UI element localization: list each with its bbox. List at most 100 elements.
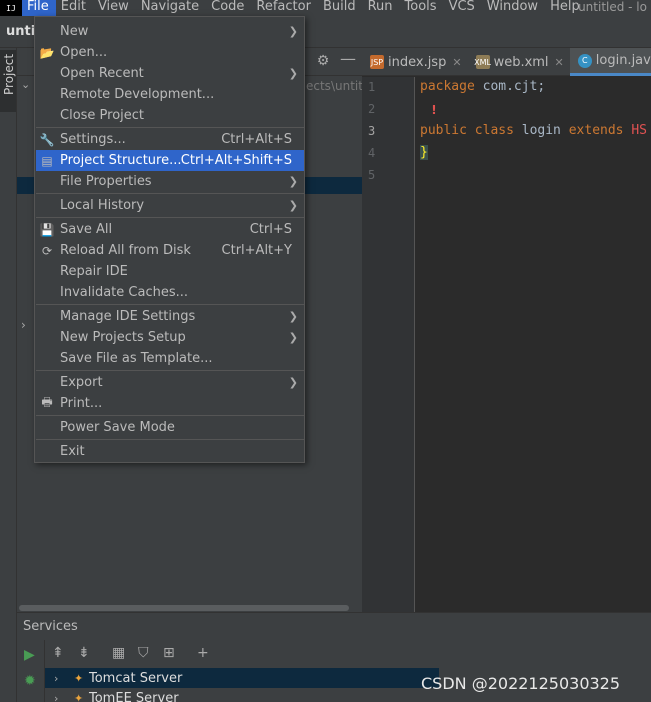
code-line-4: } xyxy=(420,145,428,160)
menu-item-label: Exit xyxy=(60,444,85,459)
chevron-right-icon: ❯ xyxy=(288,67,298,80)
menu-code[interactable]: Code xyxy=(206,0,251,16)
package-name: com.cjt; xyxy=(474,79,546,94)
line-number: 1 xyxy=(368,80,376,94)
line-number: 4 xyxy=(368,146,376,160)
chevron-right-icon[interactable]: › xyxy=(21,318,26,332)
gear-icon[interactable]: ⚙ xyxy=(315,53,331,69)
code-line-1: package com.cjt; xyxy=(420,79,545,94)
menu-item-exit[interactable]: Exit xyxy=(36,441,304,462)
line-number: 5 xyxy=(368,168,376,182)
menu-run[interactable]: Run xyxy=(363,0,400,16)
new-tab-icon[interactable]: ⊞ xyxy=(163,645,175,661)
menu-item-new[interactable]: New ❯ xyxy=(36,21,304,42)
menu-item-label: Print... xyxy=(60,396,103,411)
menu-vcs[interactable]: VCS xyxy=(444,0,482,16)
error-bulb-icon[interactable]: ! xyxy=(428,103,440,117)
menu-separator xyxy=(36,304,304,305)
menu-item-file-properties[interactable]: File Properties ❯ xyxy=(36,171,304,192)
menu-item-open-recent[interactable]: Open Recent ❯ xyxy=(36,63,304,84)
menu-edit[interactable]: Edit xyxy=(56,0,93,16)
menu-item-new-projects-setup[interactable]: New Projects Setup ❯ xyxy=(36,327,304,348)
code-line-3: public class login extends HS xyxy=(420,123,647,138)
menu-separator xyxy=(36,439,304,440)
tab-login-java[interactable]: C login.java xyxy=(569,48,651,76)
menu-item-print[interactable]: 🖶 Print... xyxy=(36,393,304,414)
save-icon: 💾 xyxy=(39,222,55,237)
menu-item-label: Open Recent xyxy=(60,66,144,81)
menu-build[interactable]: Build xyxy=(318,0,363,16)
menu-item-open[interactable]: 📂 Open... xyxy=(36,42,304,63)
menu-window[interactable]: Window xyxy=(482,0,545,16)
tab-index-jsp[interactable]: JSP index.jsp ✕ xyxy=(362,48,468,76)
menu-shortcut: Ctrl+Alt+Y xyxy=(221,243,292,258)
menu-item-export[interactable]: Export ❯ xyxy=(36,372,304,393)
menu-separator xyxy=(36,415,304,416)
menu-shortcut: Ctrl+Alt+Shift+S xyxy=(180,153,292,168)
tab-label: web.xml xyxy=(493,54,549,70)
menu-item-manage-ide-settings[interactable]: Manage IDE Settings ❯ xyxy=(36,306,304,327)
keyword: extends xyxy=(568,123,624,138)
chevron-right-icon: ❯ xyxy=(288,310,298,323)
menu-item-remote-development[interactable]: Remote Development... xyxy=(36,84,304,105)
menu-item-save-all[interactable]: 💾 Save All Ctrl+S xyxy=(36,219,304,240)
tab-label: login.java xyxy=(595,53,651,68)
chevron-right-icon[interactable]: › xyxy=(54,692,58,702)
menu-item-local-history[interactable]: Local History ❯ xyxy=(36,195,304,216)
menu-item-label: Reload All from Disk xyxy=(60,243,191,258)
menu-item-save-as-template[interactable]: Save File as Template... xyxy=(36,348,304,369)
chevron-right-icon: ❯ xyxy=(288,25,298,38)
tomcat-icon: ✦ xyxy=(74,672,84,685)
menu-refactor[interactable]: Refactor xyxy=(251,0,318,16)
add-icon[interactable]: + xyxy=(197,645,209,661)
code-editor[interactable] xyxy=(416,77,651,612)
expand-all-icon[interactable]: ⇞ xyxy=(52,645,64,661)
menu-item-label: Project Structure... xyxy=(60,153,182,168)
menu-item-label: Remote Development... xyxy=(60,87,215,102)
watermark: CSDN @2022125030325 xyxy=(421,674,621,693)
chevron-right-icon[interactable]: › xyxy=(54,672,58,685)
menu-item-close-project[interactable]: Close Project xyxy=(36,105,304,126)
menu-view[interactable]: View xyxy=(93,0,136,16)
menu-item-label: Local History xyxy=(60,198,145,213)
group-icon[interactable]: ▦ xyxy=(112,645,125,661)
close-icon[interactable]: ✕ xyxy=(555,56,564,69)
collapse-all-icon[interactable]: ⇟ xyxy=(78,645,90,661)
menu-item-label: Close Project xyxy=(60,108,145,123)
menu-item-project-structure[interactable]: ▤ Project Structure... Ctrl+Alt+Shift+S xyxy=(36,150,304,171)
chevron-right-icon: ❯ xyxy=(288,376,298,389)
menu-file[interactable]: File xyxy=(22,0,56,16)
scrollbar-thumb[interactable] xyxy=(19,605,349,611)
menu-item-label: Power Save Mode xyxy=(60,420,175,435)
menu-item-reload-all[interactable]: ⟳ Reload All from Disk Ctrl+Alt+Y xyxy=(36,240,304,261)
menu-item-label: Save File as Template... xyxy=(60,351,213,366)
menu-item-label: Invalidate Caches... xyxy=(60,285,189,300)
menu-item-invalidate-caches[interactable]: Invalidate Caches... xyxy=(36,282,304,303)
menu-navigate[interactable]: Navigate xyxy=(136,0,206,16)
debug-icon[interactable]: ✹ xyxy=(24,673,36,689)
project-structure-icon: ▤ xyxy=(41,153,53,168)
project-tool-window-label: Project xyxy=(2,53,16,95)
chevron-down-icon[interactable]: ⌄ xyxy=(21,78,30,91)
menu-item-power-save-mode[interactable]: Power Save Mode xyxy=(36,417,304,438)
menubar: IJ File Edit View Navigate Code Refactor… xyxy=(0,0,651,16)
chevron-right-icon: ❯ xyxy=(288,331,298,344)
wrench-icon: 🔧 xyxy=(39,132,55,147)
close-icon[interactable]: ✕ xyxy=(452,56,461,69)
tab-web-xml[interactable]: XML web.xml ✕ xyxy=(468,48,570,76)
xml-file-icon: XML xyxy=(474,55,491,69)
menu-item-label: Save All xyxy=(60,222,113,237)
run-icon[interactable]: ▶ xyxy=(24,647,35,663)
menu-tools[interactable]: Tools xyxy=(400,0,444,16)
editor-tabs: JSP index.jsp ✕ XML web.xml ✕ C login.ja… xyxy=(362,48,651,76)
menu-item-label: New xyxy=(60,24,89,39)
menu-separator xyxy=(36,217,304,218)
menu-item-settings[interactable]: 🔧 Settings... Ctrl+Alt+S xyxy=(36,129,304,150)
minimize-icon[interactable]: — xyxy=(340,51,356,67)
menu-item-label: Export xyxy=(60,375,103,390)
menu-item-repair-ide[interactable]: Repair IDE xyxy=(36,261,304,282)
filter-icon[interactable]: ⛉ xyxy=(138,645,149,661)
menu-item-label: File Properties xyxy=(60,174,152,189)
jsp-file-icon: JSP xyxy=(370,55,384,69)
tomee-icon: ✦ xyxy=(74,692,84,702)
